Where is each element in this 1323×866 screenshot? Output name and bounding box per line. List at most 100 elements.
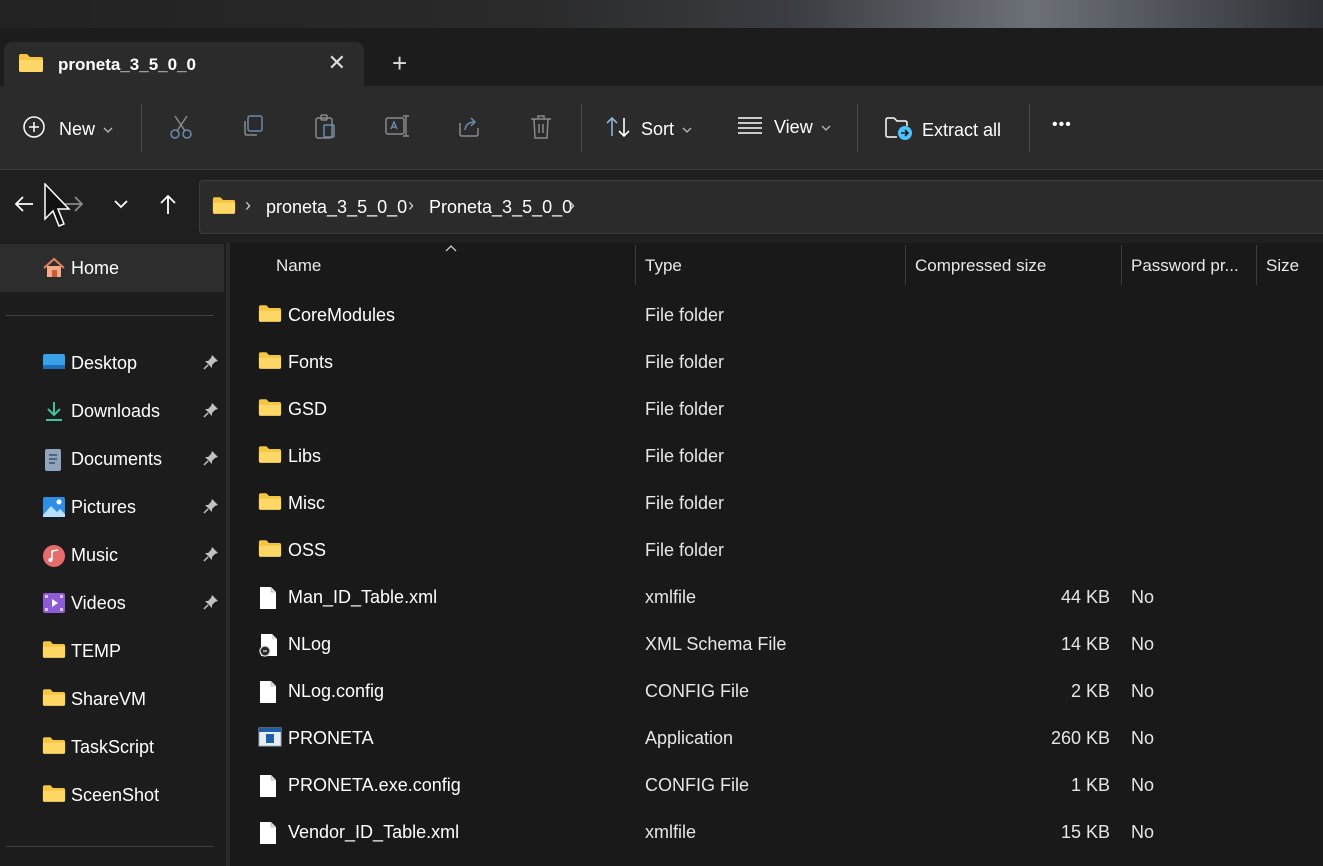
sidebar-item-label: ShareVM (71, 689, 147, 709)
pictures-icon (42, 496, 66, 523)
file-type: File folder (645, 399, 725, 419)
view-label: View (774, 117, 813, 137)
breadcrumb-separator[interactable]: › (408, 195, 414, 216)
column-header-row: Name Type Compressed size Password pr...… (230, 243, 1323, 291)
column-header-type[interactable]: Type (645, 256, 682, 276)
sidebar-item-desktop[interactable]: Desktop (0, 342, 224, 386)
mouse-cursor-icon (44, 182, 72, 234)
copy-icon[interactable] (241, 114, 265, 143)
back-button[interactable] (12, 192, 36, 221)
file-row[interactable]: OSS File folder (230, 528, 1323, 575)
file-password-protected: No (1131, 634, 1155, 654)
column-divider[interactable] (635, 245, 636, 285)
file-compressed-size: 260 KB (1050, 728, 1110, 748)
file-row[interactable]: Man_ID_Table.xml xmlfile 44 KB No (230, 575, 1323, 622)
application-icon (258, 727, 282, 752)
sidebar-item-label: Music (71, 545, 119, 565)
file-type: xmlfile (645, 822, 697, 842)
up-button[interactable] (156, 192, 180, 221)
sidebar-divider (6, 846, 214, 847)
file-row[interactable]: NLog.config CONFIG File 2 KB No (230, 669, 1323, 716)
new-button[interactable]: New (22, 115, 113, 144)
sort-ascending-icon (445, 243, 457, 255)
plus-circle-icon (22, 115, 46, 144)
file-row[interactable]: NLog XML Schema File 14 KB No (230, 622, 1323, 669)
column-header-compressed-size[interactable]: Compressed size (915, 256, 1046, 276)
pin-icon[interactable] (203, 450, 219, 471)
extract-all-button[interactable]: Extract all (885, 115, 1001, 146)
pin-icon[interactable] (203, 594, 219, 615)
sidebar-item-downloads[interactable]: Downloads (0, 390, 224, 434)
new-tab-button[interactable]: + (392, 48, 407, 78)
cut-icon[interactable] (169, 114, 193, 145)
rename-icon[interactable] (385, 114, 411, 143)
recent-locations-button[interactable] (112, 197, 130, 215)
address-bar[interactable]: › proneta_3_5_0_0 › Proneta_3_5_0_0 › (199, 180, 1323, 234)
column-header-size[interactable]: Size (1266, 256, 1299, 276)
file-icon (258, 821, 278, 850)
paste-icon[interactable] (313, 114, 337, 145)
toolbar-divider (857, 104, 858, 152)
extract-all-label: Extract all (922, 120, 1002, 140)
sidebar-item-sceenshot[interactable]: SceenShot (0, 774, 224, 818)
file-compressed-size: 44 KB (1060, 587, 1110, 607)
close-icon[interactable]: ✕ (328, 50, 346, 76)
toolbar-divider (1029, 104, 1030, 152)
file-type: xmlfile (645, 587, 697, 607)
address-row: › proneta_3_5_0_0 › Proneta_3_5_0_0 › (0, 170, 1323, 243)
sidebar-item-home[interactable]: Home (0, 244, 224, 292)
delete-icon[interactable] (529, 114, 553, 145)
view-button[interactable]: View (737, 115, 831, 140)
file-password-protected: No (1131, 681, 1155, 701)
file-compressed-size: 14 KB (1060, 634, 1110, 654)
folder-icon (42, 736, 66, 760)
sidebar-item-music[interactable]: Music (0, 534, 224, 578)
file-type: CONFIG File (645, 775, 750, 795)
file-row[interactable]: CoreModules File folder (230, 293, 1323, 340)
column-divider[interactable] (905, 245, 906, 285)
chevron-down-icon (682, 124, 692, 136)
tab-proneta[interactable]: proneta_3_5_0_0 ✕ (4, 42, 364, 86)
desktop-icon (42, 352, 66, 377)
file-row[interactable]: Libs File folder (230, 434, 1323, 481)
breadcrumb-separator[interactable]: › (569, 195, 575, 216)
folder-icon (42, 688, 66, 712)
folder-icon (258, 398, 282, 422)
sidebar-item-taskscript[interactable]: TaskScript (0, 726, 224, 770)
file-row[interactable]: PRONETA.exe.config CONFIG File 1 KB No (230, 763, 1323, 810)
file-type: File folder (645, 352, 725, 372)
column-divider[interactable] (1121, 245, 1122, 285)
documents-icon (42, 448, 64, 477)
sidebar-item-documents[interactable]: Documents (0, 438, 224, 482)
breadcrumb-separator[interactable]: › (245, 195, 251, 216)
file-row[interactable]: PRONETA Application 260 KB No (230, 716, 1323, 763)
pin-icon[interactable] (203, 402, 219, 423)
pin-icon[interactable] (203, 498, 219, 519)
column-divider[interactable] (1256, 245, 1257, 285)
sidebar-item-label: Desktop (71, 353, 138, 373)
folder-icon (258, 492, 282, 516)
file-password-protected: No (1131, 775, 1155, 795)
file-name: PRONETA.exe.config (288, 775, 461, 795)
file-name: Misc (288, 493, 325, 513)
sidebar-item-sharevm[interactable]: ShareVM (0, 678, 224, 722)
pin-icon[interactable] (203, 546, 219, 567)
breadcrumb-item[interactable]: proneta_3_5_0_0 (266, 197, 407, 218)
file-row[interactable]: GSD File folder (230, 387, 1323, 434)
file-compressed-size: 2 KB (1070, 681, 1110, 701)
tab-bar: proneta_3_5_0_0 ✕ + (0, 28, 1323, 86)
breadcrumb-item[interactable]: Proneta_3_5_0_0 (429, 197, 572, 218)
pin-icon[interactable] (203, 354, 219, 375)
view-icon (737, 115, 763, 140)
share-icon[interactable] (457, 114, 481, 143)
sidebar-item-videos[interactable]: Videos (0, 582, 224, 626)
sidebar-item-pictures[interactable]: Pictures (0, 486, 224, 530)
sidebar-item-temp[interactable]: TEMP (0, 630, 224, 674)
more-options-button[interactable]: ••• (1052, 116, 1072, 134)
file-row[interactable]: Fonts File folder (230, 340, 1323, 387)
file-row[interactable]: Vendor_ID_Table.xml xmlfile 15 KB No (230, 810, 1323, 857)
column-header-password[interactable]: Password pr... (1131, 256, 1239, 276)
sort-button[interactable]: Sort (605, 115, 692, 144)
file-row[interactable]: Misc File folder (230, 481, 1323, 528)
column-header-name[interactable]: Name (276, 256, 321, 276)
